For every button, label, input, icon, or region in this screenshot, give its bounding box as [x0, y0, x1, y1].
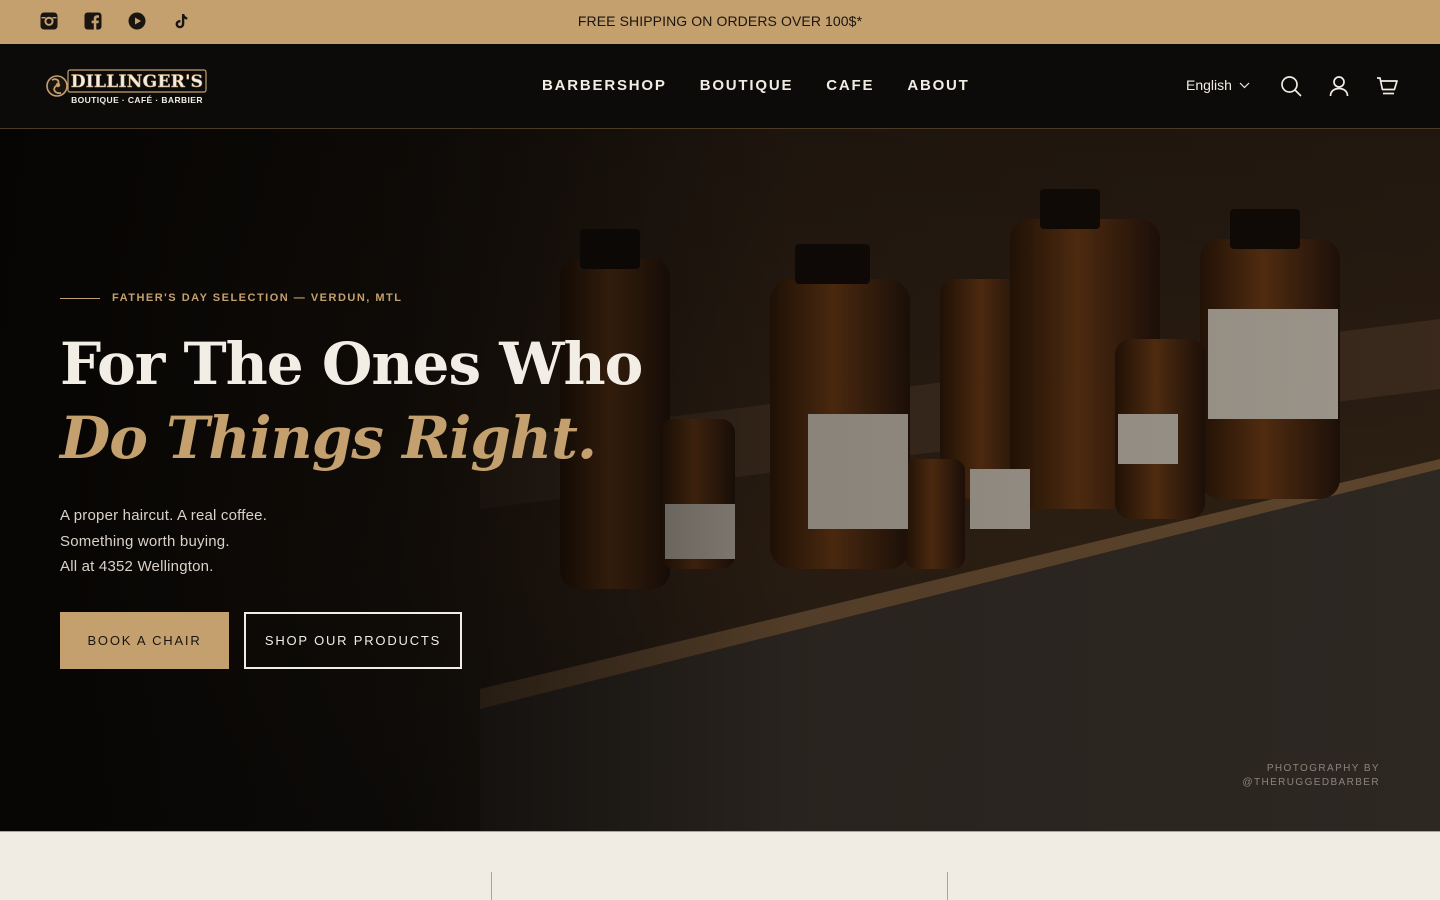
hero-headline-line2: Do Things Right.: [60, 404, 597, 472]
search-icon[interactable]: [1280, 75, 1302, 97]
book-a-chair-button[interactable]: BOOK A CHAIR: [60, 612, 229, 669]
language-label: English: [1186, 77, 1232, 93]
eyebrow-text: FATHER'S DAY SELECTION — VERDUN, MTL: [112, 292, 403, 304]
column-divider: [491, 872, 492, 900]
photo-credit-label: PHOTOGRAPHY BY: [1266, 763, 1380, 774]
hero-eyebrow: FATHER'S DAY SELECTION — VERDUN, MTL: [60, 292, 403, 304]
hero-overlay: [0, 129, 1440, 831]
nav-about[interactable]: ABOUT: [907, 77, 969, 94]
nav-cafe[interactable]: CAFE: [826, 77, 874, 94]
column-divider: [947, 872, 948, 900]
site-header: DILLINGER'S BOUTIQUE · CAFÉ · BARBIER BA…: [0, 44, 1440, 129]
language-selector[interactable]: English: [1186, 77, 1250, 93]
account-icon[interactable]: [1328, 75, 1350, 97]
features-section: [0, 831, 1440, 900]
hero-subtext-line: A proper haircut. A real coffee.: [60, 507, 268, 524]
hero-subtext-line: All at 4352 Wellington.: [60, 558, 214, 575]
logo-tagline: BOUTIQUE · CAFÉ · BARBIER: [71, 95, 203, 105]
photo-credit: PHOTOGRAPHY BY @THERUGGEDBARBER: [1242, 762, 1380, 790]
nav-boutique[interactable]: BOUTIQUE: [700, 77, 794, 94]
hero-headline-line1: For The Ones Who: [60, 330, 643, 398]
logo-name: DILLINGER'S: [71, 72, 203, 92]
announcement-bar: FREE SHIPPING ON ORDERS OVER 100$*: [0, 0, 1440, 44]
photo-credit-handle[interactable]: @THERUGGEDBARBER: [1242, 776, 1380, 790]
chevron-down-icon: [1239, 82, 1250, 88]
cart-icon[interactable]: [1376, 75, 1398, 97]
shop-products-button[interactable]: SHOP OUR PRODUCTS: [244, 612, 462, 669]
hero-subtext-line: Something worth buying.: [60, 532, 230, 550]
nav-barbershop[interactable]: BARBERSHOP: [542, 77, 667, 94]
dillingers-logo[interactable]: DILLINGER'S BOUTIQUE · CAFÉ · BARBIER: [46, 67, 208, 107]
main-nav: BARBERSHOP BOUTIQUE CAFE ABOUT: [542, 77, 970, 94]
hero-section: FATHER'S DAY SELECTION — VERDUN, MTL For…: [0, 129, 1440, 831]
header-actions: [1280, 75, 1398, 97]
hero-subtext: A proper haircut. A real coffee. Somethi…: [60, 503, 267, 580]
announcement-text: FREE SHIPPING ON ORDERS OVER 100$*: [577, 13, 863, 29]
eyebrow-rule: [60, 297, 100, 299]
